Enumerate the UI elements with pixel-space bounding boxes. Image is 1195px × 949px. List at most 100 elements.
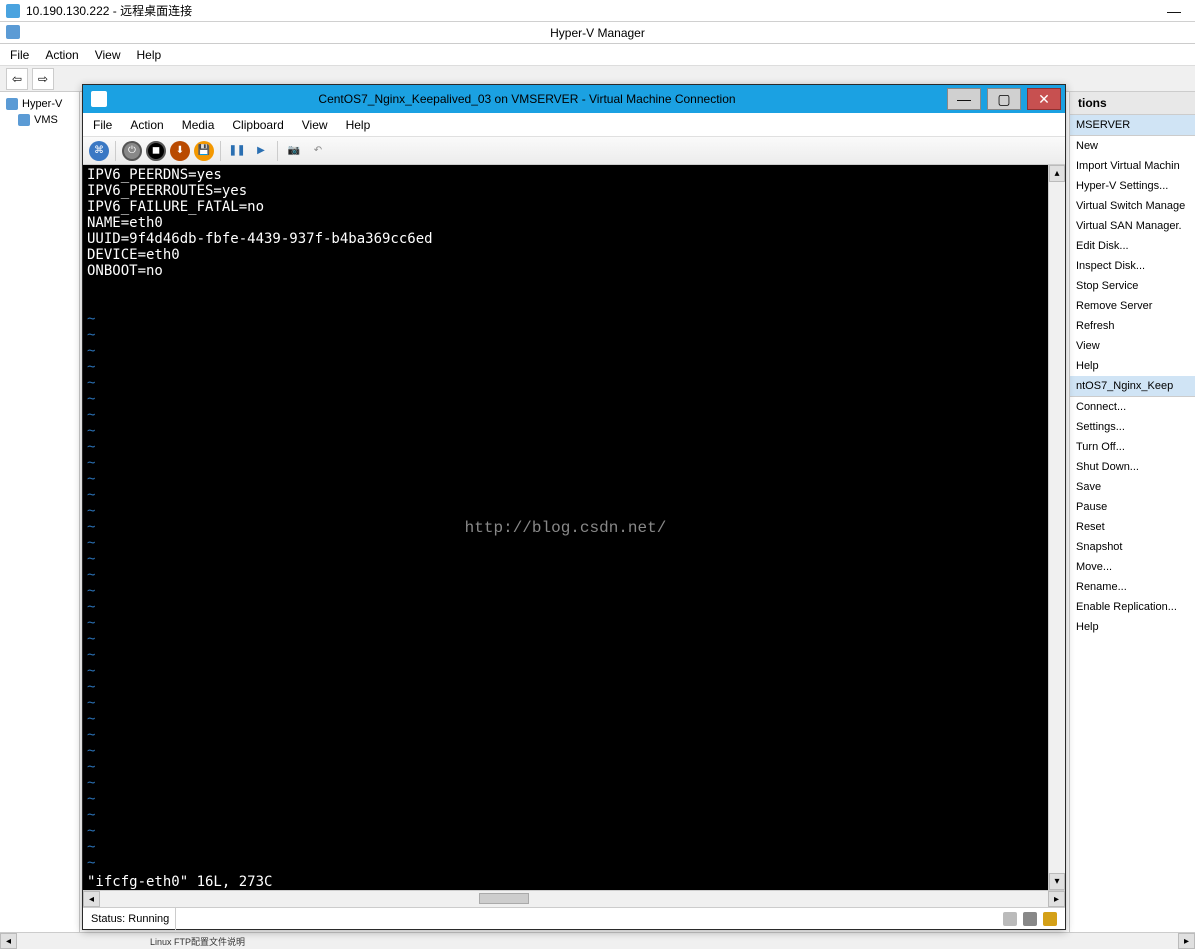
scroll-left-button[interactable]: ◂ — [83, 891, 100, 907]
status-text: Status: Running — [91, 913, 169, 925]
actions-header: tions — [1070, 92, 1195, 115]
vmc-menu-clipboard[interactable]: Clipboard — [232, 118, 283, 132]
action-item[interactable]: View — [1070, 336, 1195, 356]
action-item[interactable]: Refresh — [1070, 316, 1195, 336]
vi-tilde: ~ — [87, 327, 1044, 343]
action-item[interactable]: Inspect Disk... — [1070, 256, 1195, 276]
action-item[interactable]: Import Virtual Machin — [1070, 156, 1195, 176]
console-hscrollbar[interactable]: ◂ ▸ — [83, 890, 1065, 907]
action-item[interactable]: Connect... — [1070, 397, 1195, 417]
turnoff-button[interactable]: ◼ — [146, 141, 166, 161]
actions-group-vm: ntOS7_Nginx_Keep — [1070, 376, 1195, 397]
vmc-menu-help[interactable]: Help — [346, 118, 371, 132]
action-item[interactable]: Help — [1070, 356, 1195, 376]
vmc-window: CentOS7_Nginx_Keepalived_03 on VMSERVER … — [82, 84, 1066, 930]
toolbar-separator — [115, 141, 116, 161]
action-item[interactable]: Settings... — [1070, 417, 1195, 437]
vi-tilde: ~ — [87, 711, 1044, 727]
vmc-console-wrap: IPV6_PEERDNS=yes IPV6_PEERROUTES=yes IPV… — [83, 165, 1065, 890]
start-button[interactable]: ⏻ — [122, 141, 142, 161]
hvm-menu-view[interactable]: View — [95, 48, 121, 62]
action-item[interactable]: Move... — [1070, 557, 1195, 577]
rdp-titlebar: 10.190.130.222 - 远程桌面连接 — — [0, 0, 1195, 22]
action-item[interactable]: Virtual Switch Manage — [1070, 196, 1195, 216]
vi-tilde: ~ — [87, 695, 1044, 711]
status-separator — [175, 908, 176, 930]
hvm-menu-file[interactable]: File — [10, 48, 29, 62]
snapshot-button[interactable]: 📷 — [284, 141, 304, 161]
vi-tilde: ~ — [87, 551, 1044, 567]
hvm-menu-action[interactable]: Action — [45, 48, 78, 62]
vi-tilde: ~ — [87, 487, 1044, 503]
action-item[interactable]: Remove Server — [1070, 296, 1195, 316]
vmc-toolbar: ⌘ ⏻ ◼ ⬇ 💾 ❚❚ ▶ 📷 ↶ — [83, 137, 1065, 165]
disk-icon — [1023, 912, 1037, 926]
action-item[interactable]: Help — [1070, 617, 1195, 637]
action-item[interactable]: Edit Disk... — [1070, 236, 1195, 256]
server-icon — [18, 114, 30, 126]
scroll-up-button[interactable]: ▴ — [1049, 165, 1065, 182]
drive-icon — [1003, 912, 1017, 926]
rdp-title: 10.190.130.222 - 远程桌面连接 — [26, 2, 192, 19]
pause-button[interactable]: ❚❚ — [227, 141, 247, 161]
console-vscrollbar[interactable]: ▴ ▾ — [1048, 165, 1065, 890]
nav-back-button[interactable]: ⇦ — [6, 68, 28, 90]
vmc-titlebar[interactable]: CentOS7_Nginx_Keepalived_03 on VMSERVER … — [83, 85, 1065, 113]
shutdown-button[interactable]: ⬇ — [170, 141, 190, 161]
reset-button[interactable]: ▶ — [251, 141, 271, 161]
action-item[interactable]: Virtual SAN Manager. — [1070, 216, 1195, 236]
action-item[interactable]: New — [1070, 136, 1195, 156]
action-item[interactable]: Snapshot — [1070, 537, 1195, 557]
action-item[interactable]: Rename... — [1070, 577, 1195, 597]
action-item[interactable]: Turn Off... — [1070, 437, 1195, 457]
vmc-statusbar: Status: Running — [83, 907, 1065, 929]
vmc-menu-action[interactable]: Action — [130, 118, 163, 132]
vi-tilde: ~ — [87, 631, 1044, 647]
hvm-icon — [6, 25, 20, 39]
toolbar-separator — [277, 141, 278, 161]
vi-tilde: ~ — [87, 807, 1044, 823]
revert-button[interactable]: ↶ — [308, 141, 328, 161]
vi-tilde: ~ — [87, 727, 1044, 743]
action-item[interactable]: Hyper-V Settings... — [1070, 176, 1195, 196]
vi-tilde: ~ — [87, 855, 1044, 871]
vi-statusline: "ifcfg-eth0" 16L, 273C — [87, 874, 272, 890]
vi-tilde: ~ — [87, 503, 1044, 519]
hscroll-track[interactable] — [100, 891, 1048, 907]
save-button[interactable]: 💾 — [194, 141, 214, 161]
vmc-console[interactable]: IPV6_PEERDNS=yes IPV6_PEERROUTES=yes IPV… — [83, 165, 1048, 890]
vmc-menu-media[interactable]: Media — [182, 118, 215, 132]
vi-tilde: ~ — [87, 535, 1044, 551]
vi-tilde: ~ — [87, 583, 1044, 599]
vmc-menu-view[interactable]: View — [302, 118, 328, 132]
scroll-down-button[interactable]: ▾ — [1049, 873, 1065, 890]
hvm-menu-help[interactable]: Help — [137, 48, 162, 62]
vi-tilde: ~ — [87, 823, 1044, 839]
rdp-minimize-button[interactable]: — — [1159, 1, 1189, 21]
vi-tilde: ~ — [87, 791, 1044, 807]
ctrl-alt-del-button[interactable]: ⌘ — [89, 141, 109, 161]
vi-tilde: ~ — [87, 359, 1044, 375]
action-item[interactable]: Stop Service — [1070, 276, 1195, 296]
action-item[interactable]: Reset — [1070, 517, 1195, 537]
tree-server[interactable]: VMS — [4, 112, 75, 128]
hvm-menubar: File Action View Help — [0, 44, 1195, 66]
scroll-track[interactable] — [1049, 182, 1065, 873]
hscroll-thumb[interactable] — [479, 893, 529, 904]
vmc-close-button[interactable]: ✕ — [1027, 88, 1061, 110]
vmc-title: CentOS7_Nginx_Keepalived_03 on VMSERVER … — [113, 92, 941, 106]
tree-root[interactable]: Hyper-V — [4, 96, 75, 112]
action-item[interactable]: Enable Replication... — [1070, 597, 1195, 617]
action-item[interactable]: Save — [1070, 477, 1195, 497]
nav-fwd-button[interactable]: ⇨ — [32, 68, 54, 90]
vi-tilde: ~ — [87, 423, 1044, 439]
vmc-menu-file[interactable]: File — [93, 118, 112, 132]
scroll-right-button[interactable]: ▸ — [1048, 891, 1065, 907]
action-item[interactable]: Pause — [1070, 497, 1195, 517]
scroll-left-button[interactable]: ◂ — [0, 933, 17, 949]
vmc-maximize-button[interactable]: ▢ — [987, 88, 1021, 110]
vmc-minimize-button[interactable]: — — [947, 88, 981, 110]
watermark: http://blog.csdn.net/ — [465, 520, 667, 536]
action-item[interactable]: Shut Down... — [1070, 457, 1195, 477]
scroll-right-button[interactable]: ▸ — [1178, 933, 1195, 949]
